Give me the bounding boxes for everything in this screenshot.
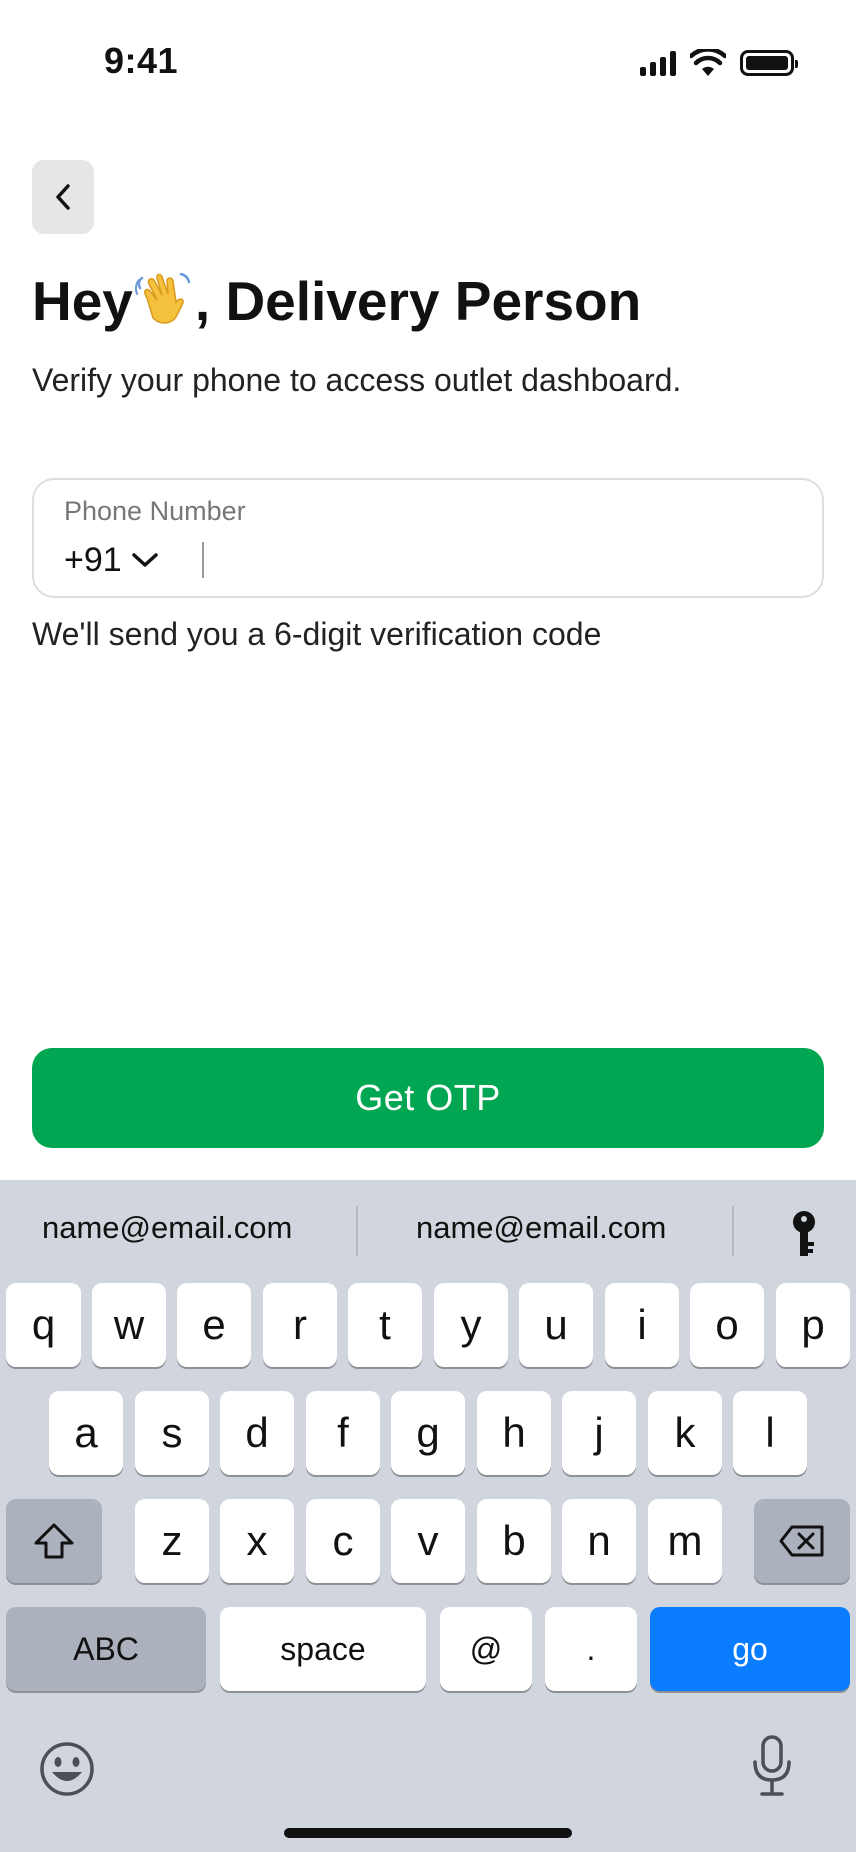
key-j[interactable]: j [562, 1391, 636, 1475]
backspace-key[interactable] [754, 1499, 850, 1583]
key-r[interactable]: r [263, 1283, 337, 1367]
suggestion-item[interactable]: name@email.com [42, 1210, 292, 1246]
password-key-icon[interactable] [782, 1208, 826, 1260]
shift-key[interactable] [6, 1499, 102, 1583]
phone-number-field[interactable]: Phone Number +91 [32, 478, 824, 598]
key-f[interactable]: f [306, 1391, 380, 1475]
key-p[interactable]: p [776, 1283, 850, 1367]
key-h[interactable]: h [477, 1391, 551, 1475]
key-a[interactable]: a [49, 1391, 123, 1475]
go-key[interactable]: go [650, 1607, 850, 1691]
suggestion-divider [356, 1206, 358, 1256]
key-d[interactable]: d [220, 1391, 294, 1475]
phone-number-input[interactable] [200, 538, 800, 584]
key-b[interactable]: b [477, 1499, 551, 1583]
country-code-value: +91 [64, 540, 122, 579]
status-icons [640, 48, 798, 78]
at-key[interactable]: @ [440, 1607, 532, 1691]
status-bar: 9:41 [0, 0, 856, 130]
key-t[interactable]: t [348, 1283, 422, 1367]
wifi-icon [690, 49, 726, 76]
suggestion-bar: name@email.com name@email.com [0, 1180, 856, 1284]
helper-text: We'll send you a 6-digit verification co… [32, 616, 602, 652]
key-w[interactable]: w [92, 1283, 166, 1367]
emoji-icon[interactable] [38, 1740, 96, 1798]
key-g[interactable]: g [391, 1391, 465, 1475]
backspace-icon [779, 1525, 824, 1557]
microphone-icon[interactable] [750, 1734, 794, 1798]
page-subtitle: Verify your phone to access outlet dashb… [32, 362, 682, 398]
status-time: 9:41 [104, 40, 179, 81]
key-i[interactable]: i [605, 1283, 679, 1367]
title-role: , Delivery Person [194, 270, 642, 332]
chevron-down-icon [131, 553, 158, 567]
key-x[interactable]: x [220, 1499, 294, 1583]
dot-key[interactable]: . [545, 1607, 637, 1691]
battery-icon [740, 50, 798, 76]
space-key[interactable]: space [220, 1607, 426, 1691]
chevron-left-icon [56, 184, 70, 210]
get-otp-button[interactable]: Get OTP [32, 1048, 824, 1148]
key-s[interactable]: s [135, 1391, 209, 1475]
key-y[interactable]: y [434, 1283, 508, 1367]
text-cursor [202, 542, 204, 578]
home-indicator[interactable] [284, 1828, 572, 1838]
key-m[interactable]: m [648, 1499, 722, 1583]
key-e[interactable]: e [177, 1283, 251, 1367]
suggestion-item[interactable]: name@email.com [416, 1210, 666, 1246]
suggestion-divider [732, 1206, 734, 1256]
waving-hand-icon [134, 272, 191, 324]
keyboard: name@email.com name@email.com q w e r t … [0, 1180, 856, 1852]
key-o[interactable]: o [690, 1283, 764, 1367]
shift-icon [34, 1523, 74, 1559]
key-z[interactable]: z [135, 1499, 209, 1583]
phone-number-label: Phone Number [64, 496, 246, 526]
country-code-selector[interactable]: +91 [64, 540, 160, 580]
abc-key[interactable]: ABC [6, 1607, 206, 1691]
key-k[interactable]: k [648, 1391, 722, 1475]
key-l[interactable]: l [733, 1391, 807, 1475]
cellular-signal-icon [640, 50, 676, 76]
key-u[interactable]: u [519, 1283, 593, 1367]
key-c[interactable]: c [306, 1499, 380, 1583]
page-title: Hey , Delivery Person [32, 266, 641, 336]
title-greeting: Hey [32, 270, 133, 332]
key-v[interactable]: v [391, 1499, 465, 1583]
key-q[interactable]: q [6, 1283, 81, 1367]
back-button[interactable] [32, 160, 94, 234]
key-n[interactable]: n [562, 1499, 636, 1583]
